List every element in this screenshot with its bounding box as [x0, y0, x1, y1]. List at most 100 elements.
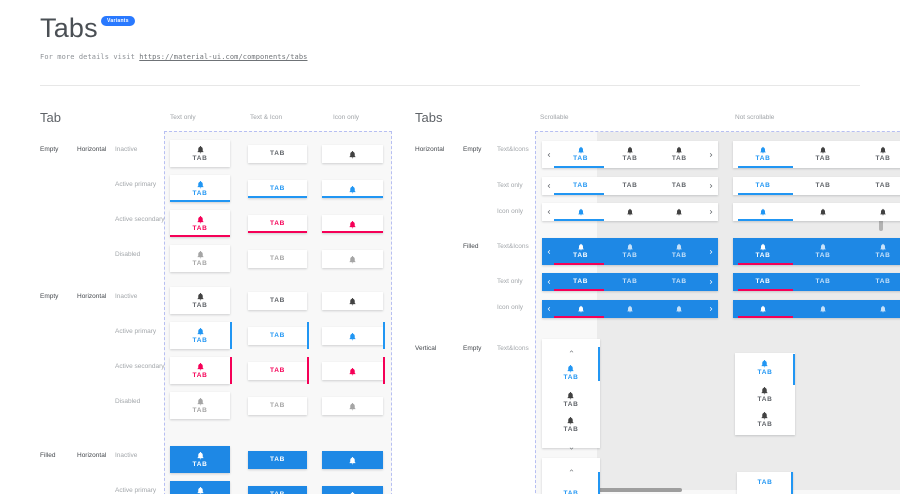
tab-item[interactable]: TAB [655, 177, 704, 195]
docs-link[interactable]: https://material-ui.com/components/tabs [139, 53, 307, 61]
tab-item[interactable]: TAB [793, 177, 853, 195]
tab-sample[interactable]: TAB [170, 175, 230, 202]
tab-item-active[interactable]: TAB [733, 238, 793, 265]
tab-label: TAB [193, 462, 208, 469]
tab-item[interactable]: TAB [758, 386, 773, 404]
tab-label: TAB [816, 156, 831, 163]
active-indicator [554, 289, 604, 291]
tab-item-active[interactable]: TAB [556, 238, 605, 265]
scroll-up-button[interactable] [568, 461, 575, 479]
bell-icon [760, 386, 769, 395]
tab-label: TAB [193, 191, 208, 198]
tab-label: TAB [270, 151, 285, 158]
tab-sample[interactable] [322, 327, 383, 345]
tab-item[interactable]: TAB [605, 238, 654, 265]
tab-item[interactable]: TAB [605, 177, 654, 195]
tab-sample[interactable]: TAB [170, 322, 230, 349]
tab-sample[interactable]: TAB [170, 140, 230, 167]
tab-sample[interactable]: TAB [248, 451, 307, 469]
tab-item[interactable]: TAB [605, 273, 654, 291]
chevron-up-icon [568, 467, 575, 474]
tab-sample[interactable] [322, 145, 383, 163]
tab-label: TAB [270, 298, 285, 305]
tab-item[interactable]: TAB [655, 141, 704, 168]
tab-item[interactable]: TAB [793, 273, 853, 291]
active-indicator [383, 357, 385, 384]
scroll-down-button[interactable] [568, 439, 575, 457]
tab-sample[interactable]: TAB [170, 245, 230, 272]
tab-item[interactable] [853, 300, 900, 318]
tab-sample[interactable]: TAB [248, 327, 307, 345]
tab-item[interactable] [853, 203, 900, 221]
tab-item[interactable]: TAB [564, 391, 579, 409]
scroll-next-button[interactable] [704, 141, 718, 168]
scroll-prev-button[interactable] [542, 238, 556, 265]
tab-item-active[interactable]: TAB [564, 364, 579, 382]
tab-item[interactable]: TAB [605, 141, 654, 168]
tab-item[interactable]: TAB [853, 177, 900, 195]
tab-item-active[interactable]: TAB [556, 141, 605, 168]
tab-item[interactable]: TAB [564, 416, 579, 434]
scroll-next-button[interactable] [704, 177, 718, 195]
tab-label: TAB [193, 338, 208, 345]
tab-item[interactable]: TAB [655, 273, 704, 291]
tab-item[interactable] [605, 203, 654, 221]
subtitle-text: For more details visit [40, 53, 139, 61]
tab-item[interactable]: TAB [655, 238, 704, 265]
tab-sample[interactable]: TAB [170, 357, 230, 384]
group-label-empty: Empty [463, 345, 481, 352]
tab-item-active[interactable]: TAB [758, 359, 773, 377]
tab-item[interactable] [605, 300, 654, 318]
tab-sample[interactable]: TAB [170, 287, 230, 314]
tab-sample[interactable]: TAB [248, 145, 307, 163]
tab-item-active[interactable]: TAB [758, 480, 773, 487]
scroll-up-button[interactable] [568, 342, 575, 360]
tab-sample[interactable]: TAB [248, 292, 307, 310]
tab-label: TAB [564, 375, 579, 382]
tab-item[interactable] [793, 300, 853, 318]
scroll-next-button[interactable] [704, 203, 718, 221]
tab-sample[interactable] [322, 397, 383, 415]
bell-icon [759, 305, 767, 313]
tab-sample[interactable]: TAB [248, 486, 307, 494]
tab-sample[interactable]: TAB [170, 446, 230, 473]
tab-sample[interactable] [322, 451, 383, 469]
tab-label: TAB [270, 368, 285, 375]
tab-sample[interactable]: TAB [170, 392, 230, 419]
tab-item[interactable] [793, 203, 853, 221]
tab-sample[interactable] [322, 250, 383, 268]
tab-sample[interactable]: TAB [248, 250, 307, 268]
tab-item[interactable]: TAB [758, 411, 773, 429]
tab-sample[interactable]: TAB [170, 210, 230, 237]
tab-item[interactable]: TAB [853, 238, 900, 265]
bell-icon [196, 145, 205, 154]
chevron-left-icon [545, 182, 553, 190]
tab-label: TAB [816, 253, 831, 260]
bell-icon [819, 146, 827, 154]
tab-item[interactable] [655, 203, 704, 221]
tab-sample[interactable] [322, 292, 383, 310]
tab-sample[interactable] [322, 362, 383, 380]
scroll-next-button[interactable] [704, 273, 718, 291]
tabs-bar-not-scrollable: TAB TAB TAB [733, 141, 900, 168]
tab-sample[interactable]: TAB [248, 362, 307, 380]
tab-sample[interactable]: TAB [170, 481, 230, 494]
tab-item[interactable]: TAB [793, 141, 853, 168]
scroll-prev-button[interactable] [542, 141, 556, 168]
tab-item[interactable]: TAB [853, 141, 900, 168]
tab-item-active[interactable]: TAB [733, 141, 793, 168]
tab-item[interactable]: TAB [853, 273, 900, 291]
scroll-next-button[interactable] [704, 238, 718, 265]
tab-sample[interactable]: TAB [248, 397, 307, 415]
active-indicator [554, 166, 604, 168]
tab-sample[interactable] [322, 486, 383, 494]
bell-icon [879, 305, 887, 313]
bell-icon [348, 402, 357, 411]
scroll-next-button[interactable] [704, 300, 718, 318]
tab-item[interactable]: TAB [793, 238, 853, 265]
vertical-tabs-not-scrollable: TAB [737, 472, 793, 494]
chevron-right-icon [707, 208, 715, 216]
state-label: Disabled [115, 251, 140, 258]
tab-item[interactable] [655, 300, 704, 318]
bell-icon [348, 491, 357, 494]
